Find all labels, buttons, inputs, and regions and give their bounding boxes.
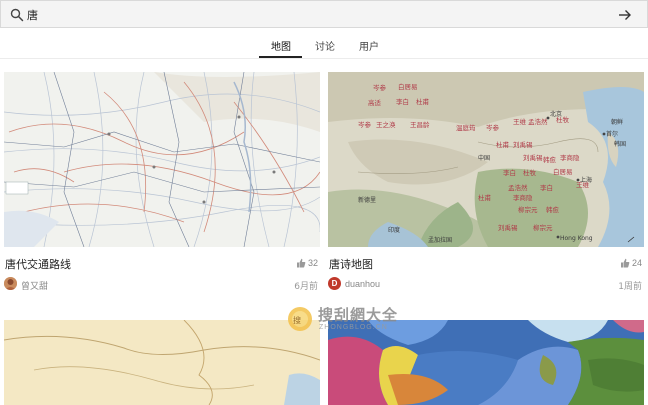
like-count-value: 32	[307, 258, 318, 268]
svg-text:韩愈: 韩愈	[546, 205, 560, 214]
avatar[interactable]	[4, 277, 17, 290]
svg-text:白居易: 白居易	[398, 82, 418, 91]
svg-text:孟加拉国: 孟加拉国	[428, 236, 452, 244]
map-thumbnail[interactable]: 岑参 白居易 高适 李白 杜甫 岑参 王之涣 王昌龄 温庭筠 岑参 王维 孟浩然 杜牧 杜甫 刘禹…	[328, 72, 644, 247]
result-tabs: 地图 讨论 用户	[0, 28, 648, 59]
svg-text:杜甫: 杜甫	[416, 97, 430, 106]
svg-text:杜牧: 杜牧	[523, 168, 537, 177]
avatar[interactable]: D	[328, 277, 341, 290]
author-name[interactable]: 曾又甜	[21, 279, 48, 292]
svg-text:岑参: 岑参	[486, 123, 500, 132]
svg-text:上海: 上海	[580, 176, 592, 184]
svg-text:韩国: 韩国	[614, 140, 626, 148]
search-input[interactable]	[27, 6, 587, 24]
svg-text:李白: 李白	[503, 168, 516, 177]
svg-text:首尔: 首尔	[606, 130, 618, 138]
svg-text:孟浩然: 孟浩然	[528, 117, 548, 126]
tang-poetry-map-image: 岑参 白居易 高适 李白 杜甫 岑参 王之涣 王昌龄 温庭筠 岑参 王维 孟浩然 杜牧 杜甫 刘禹…	[328, 72, 644, 247]
arrow-right-icon[interactable]	[617, 7, 633, 23]
avatar-letter: D	[331, 279, 338, 288]
svg-text:搜: 搜	[293, 315, 301, 325]
map-preview-image	[4, 320, 320, 405]
svg-text:Hong Kong: Hong Kong	[560, 235, 593, 242]
svg-text:李商隐: 李商隐	[513, 193, 533, 202]
svg-text:刘禹锡: 刘禹锡	[498, 223, 518, 232]
svg-text:北京: 北京	[550, 110, 562, 118]
svg-text:孟浩然: 孟浩然	[508, 183, 528, 192]
watermark: 搜 搜刮網大全 ZHONGBLOG.CN	[286, 301, 426, 341]
svg-text:王维: 王维	[513, 117, 527, 126]
watermark-subtext: ZHONGBLOG.CN	[319, 324, 388, 331]
like-count[interactable]: 32	[296, 258, 318, 268]
svg-text:李白: 李白	[396, 97, 409, 106]
tang-transport-map-image	[4, 72, 320, 247]
watermark-logo-icon: 搜	[288, 307, 312, 331]
svg-text:李商隐: 李商隐	[560, 153, 580, 162]
svg-text:王昌龄: 王昌龄	[410, 120, 430, 129]
watermark-text: 搜刮網大全	[318, 306, 399, 324]
svg-text:刘禹锡: 刘禹锡	[513, 140, 533, 149]
svg-text:朝鲜: 朝鲜	[611, 118, 623, 126]
active-tab-indicator	[259, 56, 302, 58]
tab-maps[interactable]: 地图	[271, 38, 291, 53]
svg-text:杜甫: 杜甫	[496, 140, 510, 149]
result-title[interactable]: 唐诗地图	[329, 256, 373, 272]
svg-text:杜甫: 杜甫	[478, 193, 492, 202]
like-count[interactable]: 24	[620, 258, 642, 268]
svg-text:高适: 高适	[368, 98, 382, 107]
svg-text:王之涣: 王之涣	[376, 120, 396, 129]
svg-text:印度: 印度	[388, 226, 400, 234]
search-icon	[10, 8, 24, 22]
svg-text:岑参: 岑参	[373, 83, 387, 92]
result-title[interactable]: 唐代交通路线	[5, 256, 71, 272]
thumbs-up-icon[interactable]	[620, 258, 630, 268]
svg-text:李白: 李白	[540, 183, 553, 192]
like-count-value: 24	[631, 258, 642, 268]
post-date: 6月前	[294, 282, 318, 292]
author-name[interactable]: duanhou	[345, 279, 380, 289]
svg-text:温庭筠: 温庭筠	[456, 123, 476, 132]
svg-text:柳宗元: 柳宗元	[533, 223, 553, 232]
map-thumbnail[interactable]	[4, 320, 320, 405]
tab-discussions[interactable]: 讨论	[315, 38, 335, 53]
svg-text:中国: 中国	[478, 154, 490, 162]
avatar-image	[4, 277, 17, 290]
svg-text:柳宗元: 柳宗元	[518, 205, 538, 214]
svg-text:韩愈: 韩愈	[543, 155, 557, 164]
svg-text:新德里: 新德里	[358, 196, 376, 204]
map-thumbnail[interactable]	[4, 72, 320, 247]
search-bar	[0, 0, 648, 28]
svg-text:白居易: 白居易	[553, 167, 573, 176]
tab-users[interactable]: 用户	[359, 38, 379, 53]
svg-text:岑参: 岑参	[358, 120, 372, 129]
post-date: 1周前	[618, 282, 642, 292]
svg-text:刘禹锡: 刘禹锡	[523, 153, 543, 162]
thumbs-up-icon[interactable]	[296, 258, 306, 268]
